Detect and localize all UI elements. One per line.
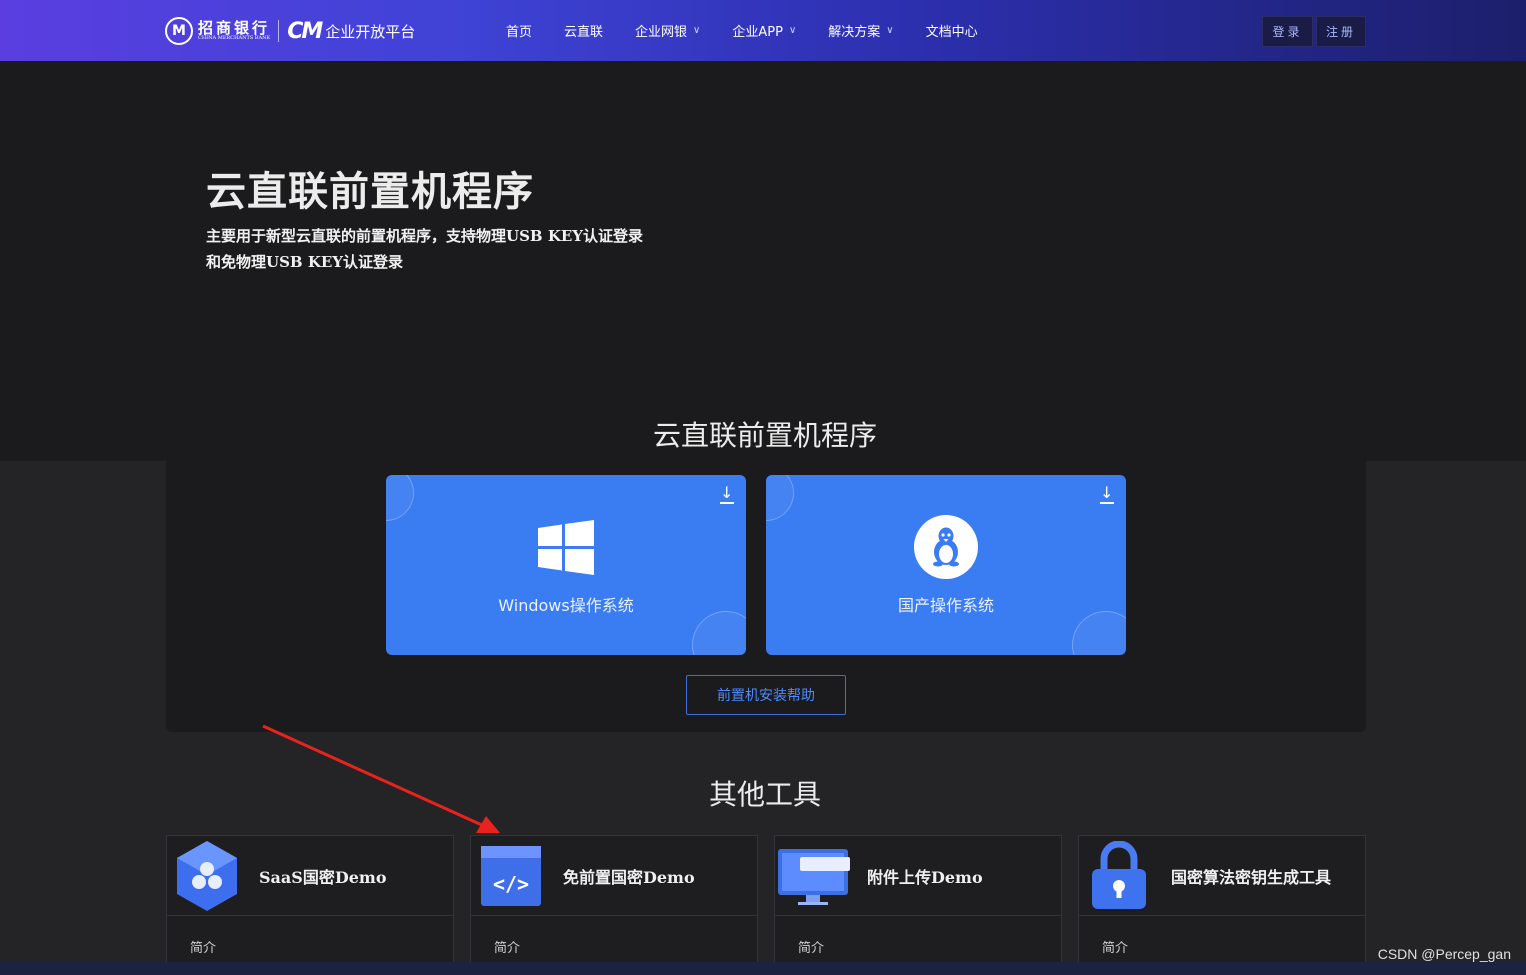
download-icon[interactable]: ↓ [1100,485,1114,504]
tool-card-no-frontend-demo[interactable]: </> 免前置国密Demo 简介 [470,835,758,975]
installation-help-button[interactable]: 前置机安装帮助 [686,675,846,715]
download-section-title: 云直联前置机程序 [653,419,878,452]
tools-section-title: 其他工具 [709,778,822,811]
hexagon-cubes-icon [167,836,247,916]
nav-item-label: 企业APP [732,25,783,40]
tool-name: 国密算法密钥生成工具 [1171,867,1332,887]
nav-item[interactable]: 企业网银 ∨ [635,21,700,40]
tool-intro-label: 简介 [494,941,521,956]
hero-section: 云直联前置机程序 主要用于新型云直联的前置机程序，支持物理USB KEY认证登录… [0,61,1526,461]
tool-name: 免前置国密Demo [563,867,695,887]
decor-bubble [386,475,414,521]
nav-item-label: 首页 [506,25,533,40]
tool-name: SaaS国密Demo [259,867,387,887]
domestic-os-card-label: 国产操作系统 [897,596,994,615]
domestic-os-download-card[interactable]: ↓ 国产操作系统 [766,475,1126,655]
logo-divider [278,20,280,42]
tool-intro-label: 简介 [1102,941,1129,956]
bottom-strip [0,962,1526,975]
register-button[interactable]: 注册 [1316,16,1366,47]
download-icon[interactable]: ↓ [720,485,734,504]
nav-item-label: 文档中心 [925,25,978,40]
tool-card-saas-demo[interactable]: SaaS国密Demo 简介 [166,835,454,975]
svg-text:</>: </> [493,872,529,896]
nav-item-label: 云直联 [564,25,604,40]
nav-item[interactable]: 解决方案 ∨ [828,21,893,40]
decor-bubble [1072,611,1126,655]
logo-bank-english: CHINA MERCHANTS BANK [198,35,271,41]
nav-item[interactable]: 云直联 [564,21,603,40]
watermark: CSDN @Percep_gan [1377,946,1511,962]
chevron-down-icon: ∨ [788,25,797,36]
chevron-down-icon: ∨ [693,25,701,36]
site-logo[interactable]: M 招商银行 CHINA MERCHANTS BANK CM 企业开放平台 [165,17,415,45]
tool-card-attachment-demo[interactable]: 附件上传Demo 简介 [774,835,1062,975]
hero-title: 云直联前置机程序 [206,169,534,215]
decor-bubble [766,475,794,521]
nav-menu: 首页 云直联 企业网银 ∨ 企业APP ∨ 解决方案 ∨ 文档中心 [506,0,1010,61]
linux-penguin-icon [914,515,978,579]
cmb-logo-icon: M [165,17,193,45]
tool-name: 附件上传Demo [867,867,983,887]
nav-item[interactable]: 首页 [506,21,532,40]
padlock-icon [1079,836,1159,916]
cm-logo-icon: CM [287,18,323,44]
nav-item[interactable]: 文档中心 [926,21,978,40]
tool-intro-label: 简介 [190,941,217,956]
logo-bank-name: 招商银行 CHINA MERCHANTS BANK [198,19,271,42]
nav-item[interactable]: 企业APP ∨ [732,21,796,40]
code-window-icon: </> [471,836,551,916]
login-button[interactable]: 登录 [1262,16,1313,47]
tool-intro-label: 简介 [798,941,825,956]
monitor-icon [775,836,855,916]
decor-bubble [692,611,746,655]
top-navbar: M 招商银行 CHINA MERCHANTS BANK CM 企业开放平台 首页… [0,0,1526,61]
windows-download-card[interactable]: ↓ Windows操作系统 [386,475,746,655]
hero-description: 主要用于新型云直联的前置机程序，支持物理USB KEY认证登录和免物理USB K… [206,227,643,271]
nav-item-label: 企业网银 [635,25,688,40]
tool-card-key-generator[interactable]: 国密算法密钥生成工具 简介 [1078,835,1366,975]
windows-icon [538,520,594,575]
windows-card-label: Windows操作系统 [498,596,634,615]
logo-platform-name: 企业开放平台 [325,22,416,41]
nav-item-label: 解决方案 [828,25,881,40]
chevron-down-icon: ∨ [886,25,894,36]
